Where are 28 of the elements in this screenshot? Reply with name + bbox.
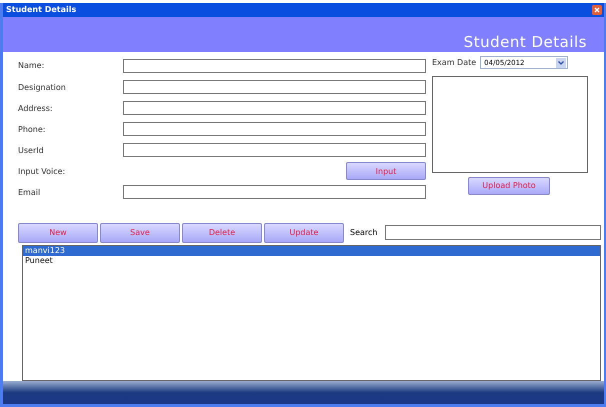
list-item[interactable]: Puneet — [23, 256, 600, 266]
action-button[interactable]: Delete — [182, 222, 262, 243]
input-field[interactable] — [123, 80, 426, 94]
field-label: Name: — [18, 61, 46, 70]
exam-date-label: Exam Date — [432, 58, 476, 68]
input-field[interactable] — [123, 58, 426, 73]
upload-photo-button[interactable]: Upload Photo — [468, 176, 550, 195]
close-icon[interactable] — [592, 4, 602, 15]
field-label: Address: — [18, 104, 54, 113]
search-field[interactable] — [385, 225, 601, 240]
input-button[interactable]: Input — [346, 162, 426, 180]
header-title: Student Details — [464, 32, 587, 51]
field-label: UserId — [18, 146, 45, 155]
window-title: Student Details — [6, 5, 76, 14]
input-field[interactable] — [123, 122, 426, 136]
field-label: Email — [18, 188, 42, 197]
list-item[interactable]: manvi123 — [23, 246, 600, 256]
action-button[interactable]: Update — [264, 222, 344, 243]
dropdown-icon[interactable] — [556, 58, 566, 68]
input-field[interactable] — [123, 101, 426, 116]
field-label: Phone: — [18, 124, 46, 134]
input-field[interactable] — [123, 143, 426, 158]
action-button[interactable]: New — [18, 222, 98, 243]
search-label: Search — [350, 228, 378, 238]
input-field[interactable] — [123, 185, 426, 200]
field-label: Input Voice: — [18, 166, 66, 176]
field-label: Designation — [18, 82, 67, 92]
action-button[interactable]: Save — [100, 222, 180, 243]
